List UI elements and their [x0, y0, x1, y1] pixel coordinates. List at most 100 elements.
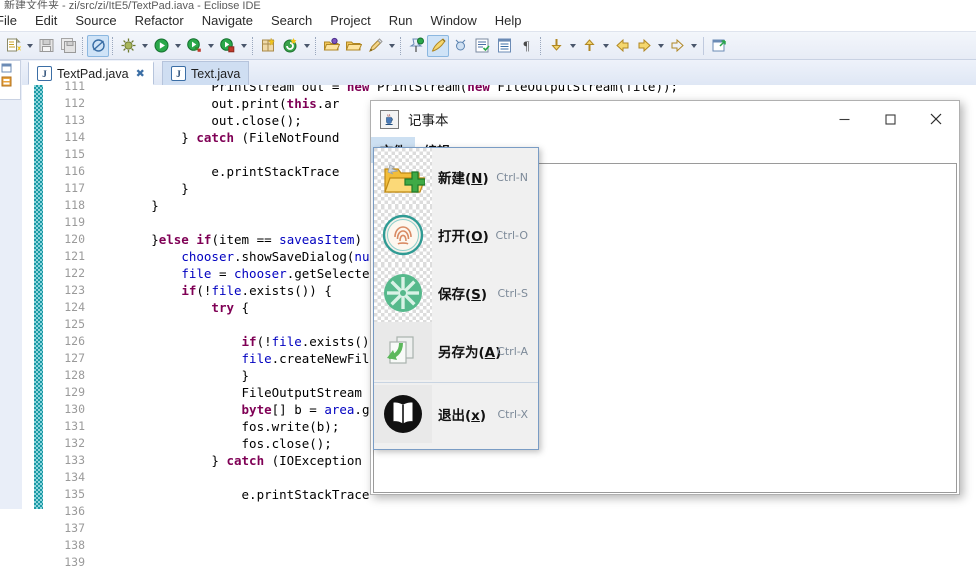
- run-icon[interactable]: [150, 35, 172, 57]
- svg-text:¶: ¶: [523, 38, 529, 53]
- previous-annotation-icon[interactable]: [578, 35, 600, 57]
- close-tab-icon[interactable]: ✖: [136, 67, 145, 80]
- code-token: new: [346, 85, 370, 94]
- line-number: 125: [64, 317, 85, 331]
- menu-item-search[interactable]: Search: [262, 11, 321, 30]
- chevron-down-icon: [657, 43, 664, 48]
- previous-annotation-dropdown-arrow[interactable]: [600, 35, 611, 57]
- external-tools-dropdown-arrow[interactable]: [238, 35, 249, 57]
- menu-item-edit[interactable]: Edit: [26, 11, 66, 30]
- new-wizard-dropdown-arrow[interactable]: [24, 35, 35, 57]
- menu-item-help[interactable]: Help: [486, 11, 531, 30]
- next-annotation-icon-glyph: [550, 39, 562, 51]
- maximize-icon: [884, 113, 896, 125]
- pin-editor-icon[interactable]: [405, 35, 427, 57]
- search-dropdown-arrow[interactable]: [386, 35, 397, 57]
- debug-icon[interactable]: [117, 35, 139, 57]
- new-wizard-icon-glyph: [6, 37, 21, 52]
- next-edit-dropdown-arrow[interactable]: [688, 35, 699, 57]
- open-perspective-icon[interactable]: [708, 35, 730, 57]
- toggle-breakpoint-icon[interactable]: [87, 34, 109, 57]
- menu-item-window[interactable]: Window: [422, 11, 486, 30]
- line-number: 136: [64, 504, 85, 518]
- line-number: 130: [64, 402, 85, 416]
- file-menu-item-label: 退出(x): [438, 408, 487, 424]
- editor-tab-text-java[interactable]: J Text.java: [162, 61, 250, 85]
- line-number: 119: [64, 215, 85, 229]
- search-icon[interactable]: [364, 35, 386, 57]
- editor-tab-label: Text.java: [191, 66, 241, 81]
- maximize-button[interactable]: [867, 101, 913, 137]
- line-number: 133: [64, 453, 85, 467]
- show-pilcrow-icon[interactable]: ¶: [515, 35, 537, 57]
- line-number: 116: [64, 164, 85, 178]
- external-tools-icon[interactable]: [216, 35, 238, 57]
- search-icon-glyph: [368, 38, 383, 52]
- show-whitespace-icon[interactable]: [493, 35, 515, 57]
- menu-item-refactor[interactable]: Refactor: [126, 11, 193, 30]
- code-token: saveasItem: [279, 232, 355, 247]
- mnemonic: N: [471, 171, 483, 187]
- new-java-package-icon[interactable]: [257, 35, 279, 57]
- new-folder-icon: [374, 148, 432, 206]
- code-line: out.print(this.ar: [91, 95, 339, 112]
- open-type-icon[interactable]: [320, 35, 342, 57]
- code-token: FileOutputStream: [91, 385, 370, 400]
- code-token: file: [181, 266, 212, 281]
- code-token: .exists(): [301, 334, 370, 349]
- save-icon[interactable]: [35, 35, 57, 57]
- run-dropdown-arrow[interactable]: [172, 35, 183, 57]
- file-menu-item-label: 打开(O): [438, 229, 489, 245]
- quick-access-icon[interactable]: [427, 34, 449, 57]
- skip-breakpoints-icon[interactable]: [449, 35, 471, 57]
- line-number: 132: [64, 436, 85, 450]
- toggle-breakpoint-icon-glyph: [91, 39, 105, 52]
- eclipse-toolbar: ¶: [0, 31, 976, 60]
- debug-dropdown-arrow[interactable]: [139, 35, 150, 57]
- code-line: e.printStackTrace: [91, 163, 339, 180]
- code-line: PrintStream out = new PrintStream(new Fi…: [91, 85, 678, 95]
- file-menu-item-save-as-arrow[interactable]: 另存为(A) Ctrl-A: [374, 322, 538, 380]
- toolbar-separator: [252, 36, 254, 55]
- notepad-title-bar[interactable]: 记事本: [371, 101, 959, 137]
- next-annotation-icon[interactable]: [545, 35, 567, 57]
- next-annotation-dropdown-arrow[interactable]: [567, 35, 578, 57]
- code-line: fos.close();: [91, 435, 332, 452]
- close-icon: [930, 113, 942, 125]
- menu-item-file[interactable]: File: [0, 11, 26, 30]
- new-wizard-icon[interactable]: [2, 35, 24, 57]
- show-whitespace-icon-glyph: [497, 38, 511, 53]
- file-menu-item-new-folder[interactable]: 新建(N) Ctrl-N: [374, 148, 538, 206]
- external-tools-icon-glyph: [219, 38, 234, 53]
- menu-item-run[interactable]: Run: [380, 11, 422, 30]
- menu-item-source[interactable]: Source: [66, 11, 125, 30]
- forward-dropdown-arrow[interactable]: [655, 35, 666, 57]
- close-button[interactable]: [913, 101, 959, 137]
- perspective-switcher-button[interactable]: [0, 60, 21, 100]
- file-menu-item-accelerator: Ctrl-S: [497, 286, 528, 300]
- new-java-class-icon[interactable]: [279, 35, 301, 57]
- file-menu-popup[interactable]: 新建(N) Ctrl-N 打开(O) Ctrl-O 保存(S) Ctrl-S 另存为(A) C…: [373, 147, 539, 450]
- menu-item-project[interactable]: Project: [321, 11, 379, 30]
- code-token: if: [196, 232, 212, 247]
- toggle-mark-occurrences-icon[interactable]: [471, 35, 493, 57]
- file-menu-item-green-asterisk-save[interactable]: 保存(S) Ctrl-S: [374, 264, 538, 322]
- back-icon[interactable]: [611, 35, 633, 57]
- save-as-arrow-icon-glyph: [387, 336, 414, 364]
- save-all-icon[interactable]: [57, 35, 79, 57]
- line-number: 134: [64, 470, 85, 484]
- file-menu-item-open-book-exit[interactable]: 退出(x) Ctrl-X: [374, 385, 538, 443]
- code-line: file.createNewFil: [91, 350, 370, 367]
- coverage-dropdown-arrow[interactable]: [205, 35, 216, 57]
- open-task-icon[interactable]: [342, 35, 364, 57]
- code-line: file = chooser.getSelecte: [91, 265, 369, 282]
- next-edit-icon[interactable]: [666, 35, 688, 57]
- minimize-button[interactable]: [821, 101, 867, 137]
- menu-item-navigate[interactable]: Navigate: [193, 11, 262, 30]
- chevron-down-icon: [174, 43, 181, 48]
- run-coverage-icon[interactable]: [183, 35, 205, 57]
- forward-icon[interactable]: [633, 35, 655, 57]
- new-class-dropdown-arrow[interactable]: [301, 35, 312, 57]
- code-token: else: [158, 232, 189, 247]
- file-menu-item-fingerprint-open[interactable]: 打开(O) Ctrl-O: [374, 206, 538, 264]
